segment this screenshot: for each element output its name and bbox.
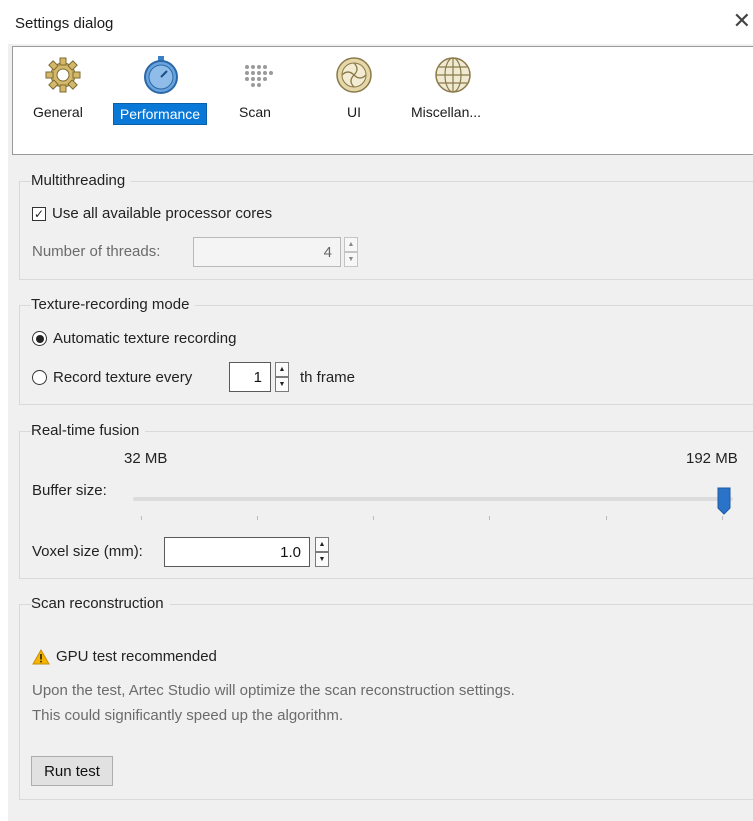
tab-performance-label: Performance <box>113 103 207 125</box>
reconstruction-desc-line1: Upon the test, Artec Studio will optimiz… <box>32 682 515 699</box>
tab-general[interactable]: General <box>29 47 97 156</box>
aperture-icon <box>336 57 372 93</box>
reconstruction-desc-line2: This could significantly speed up the al… <box>32 707 344 724</box>
voxel-up-icon[interactable]: ▲ <box>315 537 329 552</box>
slider-tick <box>257 516 258 520</box>
tab-ui-label: UI <box>347 104 361 120</box>
auto-texture-radio-row[interactable]: Automatic texture recording <box>32 330 236 347</box>
reconstruction-title: Scan reconstruction <box>31 595 170 612</box>
title-bar: Settings dialog ✕ <box>0 0 753 46</box>
close-icon[interactable]: ✕ <box>733 10 751 32</box>
use-all-cores-label: Use all available processor cores <box>52 205 273 222</box>
dot-grid-icon <box>245 65 273 87</box>
frame-suffix-label: th frame <box>300 369 356 386</box>
threads-input[interactable]: 4 <box>193 237 341 267</box>
tab-scan-label: Scan <box>239 104 271 120</box>
multithreading-group <box>19 181 753 280</box>
multithreading-title: Multithreading <box>31 172 132 189</box>
texture-group <box>19 305 753 405</box>
threads-up-icon[interactable]: ▲ <box>344 237 358 252</box>
slider-tick <box>606 516 607 520</box>
reconstruction-group <box>19 604 753 800</box>
frame-interval-input[interactable]: 1 <box>229 362 271 392</box>
use-all-cores-checkbox[interactable]: ✓ <box>32 206 46 221</box>
voxel-down-icon[interactable]: ▼ <box>315 552 329 567</box>
buffer-max-label: 192 MB <box>686 450 738 467</box>
record-every-radio[interactable] <box>32 370 47 385</box>
use-all-cores-checkbox-row[interactable]: ✓ Use all available processor cores <box>32 205 272 222</box>
buffer-size-label: Buffer size: <box>32 482 107 499</box>
voxel-size-input[interactable]: 1.0 <box>164 537 310 567</box>
buffer-size-slider-track[interactable] <box>133 497 733 501</box>
tab-miscellaneous-label: Miscellan... <box>411 104 482 120</box>
buffer-size-slider-handle[interactable] <box>717 487 731 515</box>
window-title: Settings dialog <box>15 15 114 32</box>
frame-interval-up-icon[interactable]: ▲ <box>275 362 289 377</box>
record-every-label: Record texture every <box>53 369 193 386</box>
tab-general-label: General <box>33 104 83 120</box>
voxel-size-label: Voxel size (mm): <box>32 543 143 560</box>
stopwatch-icon <box>144 56 178 94</box>
warning-icon <box>32 648 50 664</box>
globe-icon <box>435 57 471 93</box>
run-test-button[interactable]: Run test <box>31 756 113 786</box>
slider-tick <box>373 516 374 520</box>
threads-stepper[interactable]: ▲ ▼ <box>344 237 358 267</box>
frame-interval-stepper[interactable]: ▲ ▼ <box>275 362 289 392</box>
auto-texture-radio[interactable] <box>32 331 47 346</box>
tab-ui[interactable]: UI <box>329 47 379 156</box>
category-toolbar: General Performance Scan UI Miscellan... <box>12 46 753 155</box>
slider-tick <box>141 516 142 520</box>
voxel-size-stepper[interactable]: ▲ ▼ <box>315 537 329 567</box>
tab-scan[interactable]: Scan <box>229 47 289 156</box>
slider-tick <box>489 516 490 520</box>
record-every-radio-row[interactable]: Record texture every <box>32 369 192 386</box>
gpu-warning-row: GPU test recommended <box>32 648 217 665</box>
fusion-title: Real-time fusion <box>31 422 146 439</box>
tab-miscellaneous[interactable]: Miscellan... <box>409 47 505 156</box>
gpu-warning-text: GPU test recommended <box>56 648 217 665</box>
slider-tick <box>722 516 723 520</box>
frame-interval-down-icon[interactable]: ▼ <box>275 377 289 392</box>
threads-down-icon[interactable]: ▼ <box>344 252 358 267</box>
texture-title: Texture-recording mode <box>31 296 196 313</box>
threads-label: Number of threads: <box>32 243 161 260</box>
buffer-min-label: 32 MB <box>124 450 168 467</box>
gear-icon <box>45 57 81 93</box>
tab-performance[interactable]: Performance <box>113 47 209 156</box>
auto-texture-label: Automatic texture recording <box>53 330 237 347</box>
